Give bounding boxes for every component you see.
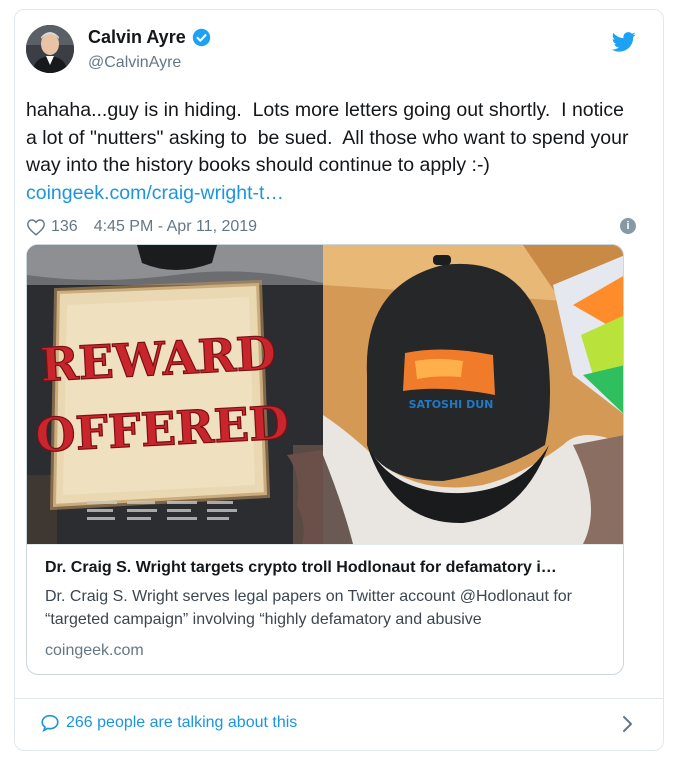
card-title[interactable]: Dr. Craig S. Wright targets crypto troll… (45, 559, 607, 577)
talking-count[interactable]: 266 people are talking about this (66, 714, 297, 732)
card-description[interactable]: Dr. Craig S. Wright serves legal papers … (45, 585, 607, 631)
satoshi-dun-cap-image: SATOSHI DUN (323, 245, 623, 544)
card-domain[interactable]: coingeek.com (45, 642, 607, 660)
twitter-bird-icon[interactable] (612, 32, 636, 52)
like-count[interactable]: 136 (51, 218, 78, 236)
author-name[interactable]: Calvin Ayre (88, 27, 211, 48)
tweet-link[interactable]: coingeek.com/craig-wright-t… (26, 180, 636, 208)
heart-icon[interactable] (26, 218, 46, 236)
info-icon[interactable]: i (620, 218, 636, 234)
conversation-link[interactable]: 266 people are talking about this (40, 714, 297, 732)
tweet-meta: 136 4:45 PM - Apr 11, 2019 i (26, 214, 636, 240)
reward-poster (49, 279, 271, 511)
card-media: REWARD OFFERED SATOSHI DUN (27, 245, 623, 544)
cap-text: SATOSHI DUN (409, 398, 494, 411)
verified-badge-icon (192, 28, 210, 47)
reward-offered-image: REWARD OFFERED (27, 245, 323, 544)
card-body[interactable]: Dr. Craig S. Wright targets crypto troll… (27, 544, 623, 674)
avatar[interactable] (26, 25, 74, 73)
speech-bubble-icon (41, 714, 59, 732)
author-handle[interactable]: @CalvinAyre (88, 54, 181, 72)
timestamp[interactable]: 4:45 PM - Apr 11, 2019 (94, 218, 257, 236)
tweet-text: hahaha...guy is in hiding. Lots more let… (26, 97, 636, 207)
tweet-body: hahaha...guy is in hiding. Lots more let… (26, 99, 634, 176)
tweet-footer[interactable]: 266 people are talking about this (14, 698, 664, 750)
link-preview-card[interactable]: REWARD OFFERED SATOSHI DUN Dr. Craig S. … (26, 244, 624, 675)
author-name-label[interactable]: Calvin Ayre (88, 27, 186, 48)
tweet-header: Calvin Ayre @CalvinAyre (26, 24, 646, 76)
chevron-right-icon[interactable] (622, 715, 634, 733)
